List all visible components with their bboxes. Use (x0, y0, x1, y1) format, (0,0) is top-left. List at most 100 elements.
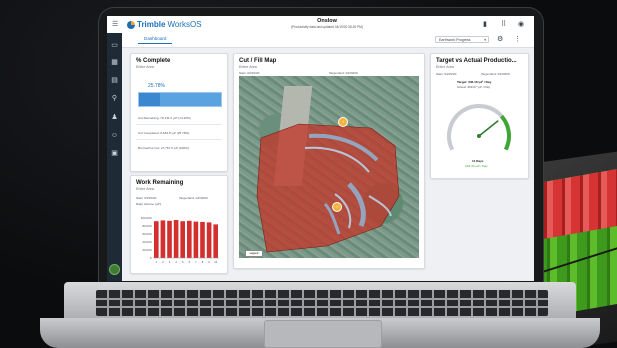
card-target-vs-actual: Target vs Actual Productio... Entire Are… (430, 53, 529, 179)
map-legend-button[interactable]: Legend (245, 250, 263, 257)
laptop-screen: ☰ Trimble WorksOS Onslow (Productivity d… (107, 16, 534, 281)
users-icon[interactable]: ♟ (110, 113, 119, 122)
bar (200, 222, 205, 258)
target-rate: Target: 346.18 yd³ / Day (457, 80, 492, 84)
x-tick-label: 9 (208, 260, 210, 264)
card-title: % Complete (136, 58, 171, 64)
bar (173, 220, 179, 258)
sidebar: ▭ ▦ ▤ ⚲ ♟ ☺ ▣ (107, 33, 122, 281)
gauge-hub (477, 134, 481, 138)
x-tick-label: 10 (214, 260, 217, 264)
x-tick-label: 4 (175, 260, 177, 264)
brand-name: Trimble (137, 20, 166, 29)
card-subtitle: Entire Area (436, 65, 454, 69)
location-marker-icon[interactable]: ! (338, 117, 348, 127)
work-remaining-chart: 100,000 80,000 60,000 40,000 20,000 01 2 3 4 5 6 7 8… (141, 216, 219, 264)
view-select-value: Earthwork Progress (439, 38, 471, 42)
progress-bar-fill (139, 93, 161, 106)
y-tick-label: 60,000 (142, 232, 152, 236)
more-vert-icon[interactable]: ⋮ (514, 35, 521, 43)
bar (167, 220, 172, 258)
trimble-logo-icon (127, 20, 135, 29)
user-avatar-icon[interactable]: ◉ (518, 20, 524, 28)
start-date: Start: 04/15/20 (436, 72, 457, 76)
bar (186, 220, 192, 258)
calendar-icon[interactable]: ▣ (110, 149, 119, 158)
satellite-map[interactable]: ! ! (239, 76, 419, 258)
gauge-green-band (499, 114, 511, 151)
card-title: Work Remaining (136, 180, 184, 186)
daily-rate: 333.40 yd³ / Day (465, 164, 488, 168)
chevron-down-icon: ▾ (484, 38, 486, 42)
start-date: Start: 02/19/20 (239, 71, 260, 75)
gauge-needle (478, 120, 499, 137)
app-logo: Trimble WorksOS (127, 19, 202, 30)
toolbar: Dashboard Earthwork Progress ▾ ⚙ ⋮ (122, 33, 534, 48)
y-tick-label: 100,000 (141, 216, 152, 220)
x-tick-label: 6 (189, 260, 191, 264)
start-date: Start: 04/15/20 (136, 196, 157, 200)
gear-icon[interactable]: ⚙ (497, 35, 503, 43)
location-marker-icon[interactable]: ! (332, 202, 342, 212)
bar (160, 220, 166, 258)
days-remaining: 11 Days (472, 159, 484, 163)
tab-dashboard[interactable]: Dashboard (138, 36, 173, 44)
bar (213, 224, 219, 258)
borrow-cut: Borrow/Cut Cut: 27,767 ft yd³ (100%) (138, 146, 189, 150)
person-icon[interactable]: ☺ (110, 131, 119, 140)
divider (136, 124, 222, 125)
project-title: Onslow (Productivity data last updated 0… (282, 18, 372, 29)
cut-remaining: Cut Remaining: 79,131 ft yd³ (74.22%) (138, 116, 191, 120)
profile-badge[interactable] (109, 264, 120, 275)
card-subtitle: Entire Area (136, 65, 154, 69)
project-name: Onslow (317, 18, 337, 24)
x-tick-label: 5 (182, 260, 184, 264)
actual-rate: Actual: 309.07 yd³ / Day (457, 85, 491, 89)
suite-name: WorksOS (167, 20, 202, 29)
bar (193, 221, 199, 258)
y-tick-label: 20,000 (142, 248, 152, 252)
target-end-date: Target End: 04/30/20 (329, 71, 358, 75)
card-work-remaining: Work Remaining Entire Area Start: 04/15/… (130, 175, 228, 274)
location-pin-icon[interactable]: ⚲ (110, 94, 119, 103)
dashboard-icon[interactable]: ▦ (110, 58, 119, 67)
card-percent-complete: % Complete Entire Area 25.78% Cut Remain… (130, 53, 228, 172)
menu-icon[interactable]: ☰ (112, 20, 118, 28)
bar (153, 221, 159, 258)
laptop-keyboard (96, 290, 548, 316)
gauge-progress (447, 104, 505, 151)
y-tick-label: 40,000 (142, 240, 152, 244)
app-header: ☰ Trimble WorksOS Onslow (Productivity d… (107, 16, 534, 34)
card-subtitle: Entire Area (136, 187, 154, 191)
bar (180, 221, 186, 258)
view-select[interactable]: Earthwork Progress ▾ (435, 36, 489, 43)
divider (136, 139, 222, 140)
bar (206, 222, 212, 258)
progress-bar (138, 92, 222, 107)
project-updated-note: (Productivity data last updated 04/19/20… (291, 25, 363, 29)
y-tick-label: 80,000 (142, 224, 152, 228)
x-tick-label: 3 (169, 260, 171, 264)
apps-grid-icon[interactable]: ⠿ (501, 20, 506, 28)
target-end-date: Target End: 04/30/20 (179, 196, 208, 200)
cut-completed: Cut Completed: 8,649.8 yd³ (25.78%) (138, 131, 190, 135)
notification-icon[interactable]: ▮ (483, 20, 487, 28)
production-gauge (447, 104, 511, 151)
percent-value: 25.78% (148, 83, 165, 89)
x-tick-label: 2 (162, 260, 164, 264)
x-tick-label: 7 (195, 260, 197, 264)
x-tick-label: 8 (202, 260, 204, 264)
target-end-date: Target End: 04/30/20 (481, 72, 510, 76)
report-icon[interactable]: ▤ (110, 76, 119, 85)
y-axis-label: Daily Volume (yd³) (136, 202, 162, 206)
card-title: Target vs Actual Productio... (436, 58, 517, 64)
folder-icon[interactable]: ▭ (110, 41, 119, 50)
x-tick-label: 1 (156, 260, 158, 264)
card-title: Cut / Fill Map (239, 58, 277, 64)
card-cut-fill-map: Cut / Fill Map Entire Area Start: 02/19/… (233, 53, 425, 269)
cut-fill-overlay (256, 123, 400, 253)
laptop-trackpad (264, 320, 382, 348)
card-subtitle: Entire Area (239, 65, 257, 69)
scene: ☰ Trimble WorksOS Onslow (Productivity d… (0, 0, 617, 348)
y-tick-label: 0 (150, 256, 152, 260)
